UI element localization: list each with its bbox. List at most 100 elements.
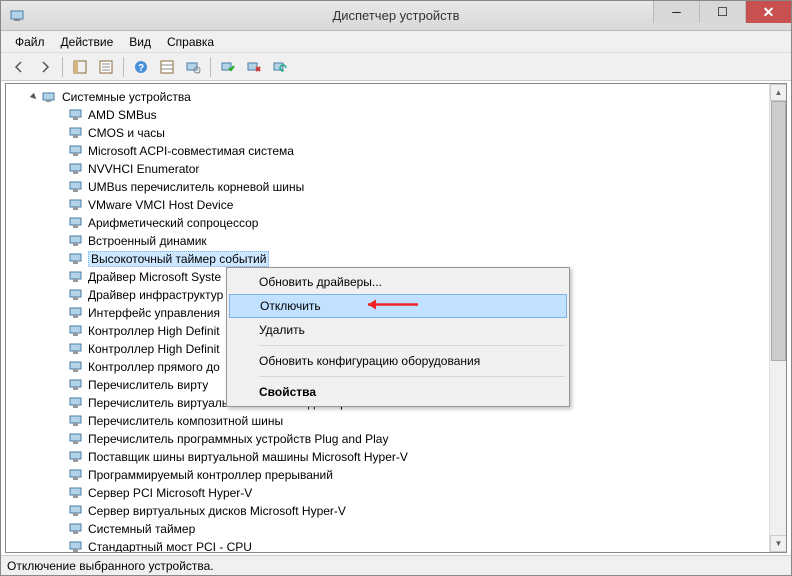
device-label: VMware VMCI Host Device [88,198,233,212]
minimize-button[interactable]: ─ [653,1,699,23]
tree-item[interactable]: Высокоточный таймер событий [6,250,769,268]
device-icon [68,341,84,357]
device-label: NVVHCI Enumerator [88,162,199,176]
enable-device-icon[interactable] [216,55,240,79]
scan-hardware-icon[interactable] [181,55,205,79]
device-icon [68,125,84,141]
device-icon [68,107,84,123]
tree-item[interactable]: VMware VMCI Host Device [6,196,769,214]
tree-item[interactable]: Перечислитель программных устройств Plug… [6,430,769,448]
device-label: Стандартный мост PCI - CPU [88,540,252,552]
context-menu-item[interactable]: Удалить [229,318,567,342]
computer-icon [42,89,58,105]
menu-file[interactable]: Файл [7,33,53,51]
help-icon[interactable]: ? [129,55,153,79]
tree-item[interactable]: UMBus перечислитель корневой шины [6,178,769,196]
device-label: Системный таймер [88,522,195,536]
menu-bar: Файл Действие Вид Справка [1,31,791,53]
category-label: Системные устройства [62,90,191,104]
menu-action[interactable]: Действие [53,33,122,51]
device-label: UMBus перечислитель корневой шины [88,180,304,194]
device-label: Интерфейс управления [88,306,220,320]
back-button[interactable] [7,55,31,79]
menu-help[interactable]: Справка [159,33,222,51]
device-icon [68,143,84,159]
device-icon [68,431,84,447]
expander-icon[interactable] [28,91,40,103]
properties-icon[interactable] [94,55,118,79]
toolbar: ? [1,53,791,81]
device-icon [68,377,84,393]
context-menu: Обновить драйверы...ОтключитьУдалить Обно… [226,267,570,407]
vertical-scrollbar[interactable]: ▲ ▼ [769,84,786,552]
device-icon [68,449,84,465]
device-label: Контроллер High Definit [88,342,220,356]
tree-item[interactable]: Системный таймер [6,520,769,538]
tree-category[interactable]: Системные устройства [6,88,769,106]
context-menu-item[interactable]: Отключить [229,294,567,318]
show-hide-console-tree-icon[interactable] [68,55,92,79]
close-button[interactable]: ✕ [745,1,791,23]
menu-view[interactable]: Вид [121,33,159,51]
scroll-down-button[interactable]: ▼ [770,535,787,552]
context-menu-item[interactable]: Обновить конфигурацию оборудования [229,349,567,373]
device-icon [68,413,84,429]
device-label: Программируемый контроллер прерываний [88,468,333,482]
device-label: AMD SMBus [88,108,157,122]
tree-item[interactable]: Программируемый контроллер прерываний [6,466,769,484]
context-menu-item[interactable]: Обновить драйверы... [229,270,567,294]
scroll-thumb[interactable] [771,101,786,361]
tree-item[interactable]: Встроенный динамик [6,232,769,250]
tree-item[interactable]: Сервер виртуальных дисков Microsoft Hype… [6,502,769,520]
device-label: CMOS и часы [88,126,165,140]
context-menu-separator [259,345,565,346]
tree-item[interactable]: AMD SMBus [6,106,769,124]
device-icon [68,161,84,177]
device-icon [68,305,84,321]
tree-item[interactable]: Стандартный мост PCI - CPU [6,538,769,552]
annotation-arrow-icon [360,298,420,315]
list-icon[interactable] [155,55,179,79]
device-icon [68,503,84,519]
forward-button[interactable] [33,55,57,79]
device-icon [68,467,84,483]
device-icon [68,521,84,537]
context-menu-separator [259,376,565,377]
device-label: Перечислитель программных устройств Plug… [88,432,388,446]
device-icon [68,233,84,249]
device-icon [68,323,84,339]
tree-item[interactable]: Арифметический сопроцессор [6,214,769,232]
window-title: Диспетчер устройств [332,8,459,23]
device-icon [68,287,84,303]
device-icon [68,485,84,501]
device-label: Сервер виртуальных дисков Microsoft Hype… [88,504,346,518]
status-bar: Отключение выбранного устройства. [1,555,791,575]
tree-item[interactable]: Сервер PCI Microsoft Hyper-V [6,484,769,502]
device-icon [68,539,84,552]
scroll-up-button[interactable]: ▲ [770,84,787,101]
status-text: Отключение выбранного устройства. [7,559,214,573]
device-label: Перечислитель вирту [88,378,208,392]
device-icon [68,269,84,285]
tree-item[interactable]: Поставщик шины виртуальной машины Micros… [6,448,769,466]
context-menu-item[interactable]: Свойства [229,380,567,404]
device-icon [68,179,84,195]
tree-item[interactable]: Microsoft ACPI-совместимая система [6,142,769,160]
device-label: Драйвер Microsoft Syste [88,270,221,284]
title-bar: Диспетчер устройств ─ ☐ ✕ [1,1,791,31]
device-icon [68,359,84,375]
device-label: Контроллер High Definit [88,324,220,338]
app-icon [9,8,25,24]
update-driver-icon[interactable] [268,55,292,79]
maximize-button[interactable]: ☐ [699,1,745,23]
device-label: Контроллер прямого до [88,360,220,374]
disable-device-icon[interactable] [242,55,266,79]
tree-item[interactable]: CMOS и часы [6,124,769,142]
device-label: Сервер PCI Microsoft Hyper-V [88,486,252,500]
device-label: Встроенный динамик [88,234,207,248]
tree-item[interactable]: NVVHCI Enumerator [6,160,769,178]
device-icon [68,215,84,231]
device-label: Арифметический сопроцессор [88,216,258,230]
device-label: Перечислитель композитной шины [88,414,283,428]
tree-item[interactable]: Перечислитель композитной шины [6,412,769,430]
